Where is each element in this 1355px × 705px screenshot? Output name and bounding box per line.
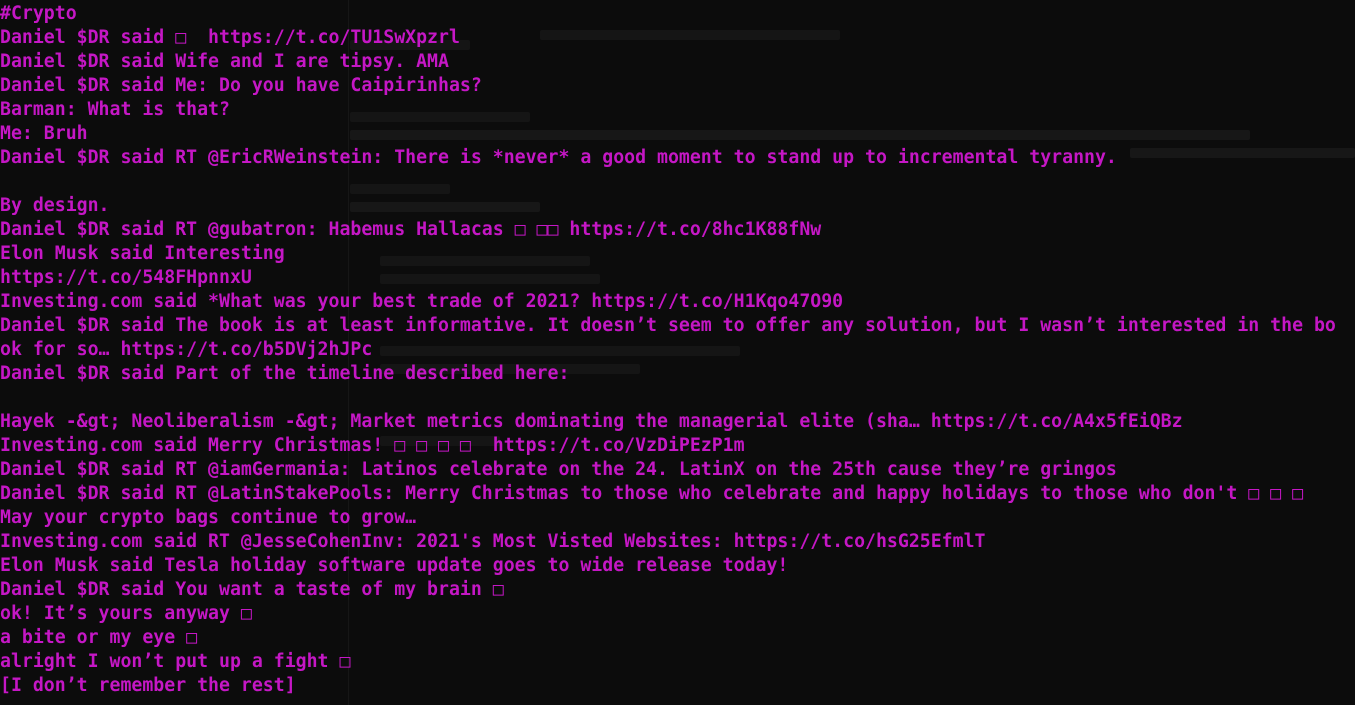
output-line: ok for so… https://t.co/b5DVj2hJPc [0,339,373,360]
output-line-blank [0,386,1355,410]
output-line: #Crypto [0,3,77,24]
output-line: Investing.com said Merry Christmas! □ □ … [0,435,745,456]
output-line: Elon Musk said Interesting [0,243,285,264]
output-line: By design. [0,195,110,216]
output-line: Elon Musk said Tesla holiday software up… [0,555,789,576]
output-line: Hayek -&gt; Neoliberalism -&gt; Market m… [0,411,1183,432]
output-line: May your crypto bags continue to grow… [0,507,417,528]
output-line: Daniel $DR said RT @gubatron: Habemus Ha… [0,219,822,240]
output-line: alright I won’t put up a fight □ [0,651,351,672]
terminal-window[interactable]: #Crypto Daniel $DR said □ https://t.co/T… [0,0,1355,705]
output-line: Daniel $DR said RT @iamGermania: Latinos… [0,459,1117,480]
output-line: [I don’t remember the rest] [0,675,296,696]
output-line: Me: Bruh [0,123,88,144]
output-line: Daniel $DR said Part of the timeline des… [0,363,570,384]
output-line-blank [0,170,1355,194]
output-line: ok! It’s yours anyway □ [0,603,252,624]
output-line: Daniel $DR said RT @EricRWeinstein: Ther… [0,147,1117,168]
output-line: Daniel $DR said You want a taste of my b… [0,579,504,600]
output-line: Daniel $DR said □ https://t.co/TU1SwXpzr… [0,27,460,48]
output-line: Daniel $DR said The book is at least inf… [0,315,1336,336]
output-line: a bite or my eye □ [0,627,198,648]
output-line: Daniel $DR said RT @LatinStakePools: Mer… [0,483,1304,504]
output-line: Investing.com said *What was your best t… [0,291,844,312]
output-line: Barman: What is that? [0,99,230,120]
terminal-output: #Crypto Daniel $DR said □ https://t.co/T… [0,2,1355,698]
output-line: Daniel $DR said Me: Do you have Caipirin… [0,75,482,96]
output-line: Investing.com said RT @JesseCohenInv: 20… [0,531,986,552]
output-line: https://t.co/548FHpnnxU [0,267,252,288]
output-line: Daniel $DR said Wife and I are tipsy. AM… [0,51,449,72]
